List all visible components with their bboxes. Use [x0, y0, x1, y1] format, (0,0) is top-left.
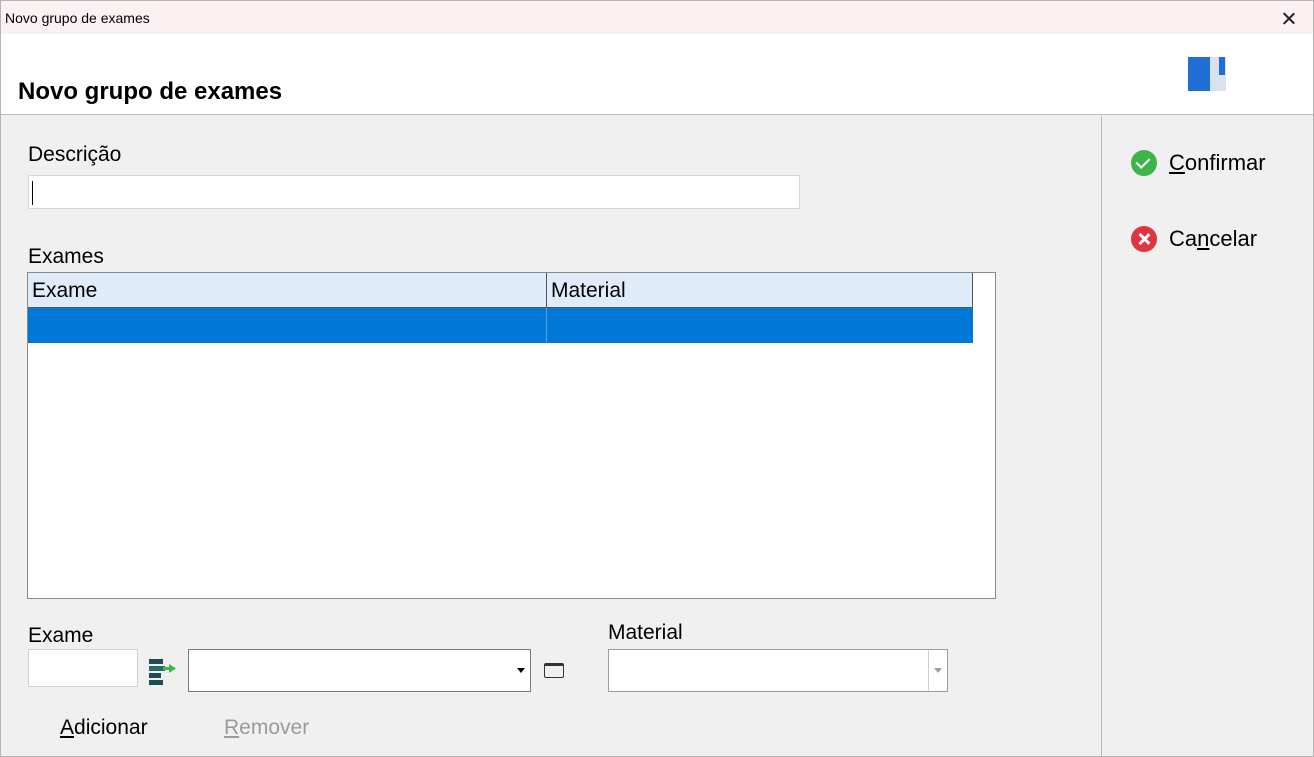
text-caret [32, 181, 33, 205]
cancelar-label-accel: n [1197, 226, 1210, 251]
material-combobox[interactable] [608, 649, 948, 692]
vertical-divider [1101, 116, 1102, 756]
confirmar-label: Confirmar [1169, 150, 1266, 176]
grid-header: Exame Material [28, 273, 973, 308]
cancelar-label: Cancelar [1169, 226, 1257, 252]
chevron-down-icon[interactable] [511, 650, 530, 691]
confirmar-label-accel: C [1169, 150, 1185, 175]
cancelar-label-pre: Ca [1169, 226, 1198, 251]
exame-combobox[interactable] [188, 649, 531, 692]
descricao-label: Descrição [28, 143, 122, 166]
confirmar-label-post: onfirmar [1184, 150, 1266, 175]
book-icon [1188, 57, 1226, 91]
dialog-header: Novo grupo de exames [1, 34, 1313, 115]
adicionar-button[interactable]: Adicionar [60, 716, 148, 740]
exame-code-input[interactable] [28, 649, 138, 687]
window-icon[interactable] [544, 663, 564, 678]
exames-grid[interactable]: Exame Material [27, 272, 996, 599]
column-header-exame[interactable]: Exame [28, 273, 547, 307]
check-circle-icon [1131, 150, 1157, 176]
remover-button[interactable]: Remover [224, 716, 309, 740]
exam-search-icon[interactable] [147, 659, 177, 687]
adicionar-label-post: dicionar [74, 716, 148, 739]
remover-label-accel: R [224, 716, 240, 739]
cell-material[interactable] [547, 308, 973, 343]
close-icon[interactable] [1271, 3, 1307, 33]
remover-label-post: emover [239, 716, 310, 739]
table-row[interactable] [28, 308, 973, 343]
descricao-input[interactable] [28, 175, 800, 209]
dialog-window: Novo grupo de exames Novo grupo de exame… [0, 0, 1314, 757]
material-label: Material [608, 621, 683, 644]
cell-exame[interactable] [28, 308, 547, 343]
confirmar-button[interactable]: Confirmar [1131, 148, 1266, 178]
exames-label: Exames [28, 245, 104, 268]
page-title: Novo grupo de exames [18, 78, 283, 105]
chevron-down-icon[interactable] [928, 650, 947, 691]
cancelar-label-post: celar [1209, 226, 1258, 251]
column-header-material[interactable]: Material [547, 273, 973, 307]
close-circle-icon [1131, 226, 1157, 252]
title-bar: Novo grupo de exames [1, 1, 1313, 34]
exame-label: Exame [28, 624, 94, 647]
adicionar-label-accel: A [60, 716, 75, 739]
window-title: Novo grupo de exames [5, 10, 150, 26]
cancelar-button[interactable]: Cancelar [1131, 224, 1257, 254]
